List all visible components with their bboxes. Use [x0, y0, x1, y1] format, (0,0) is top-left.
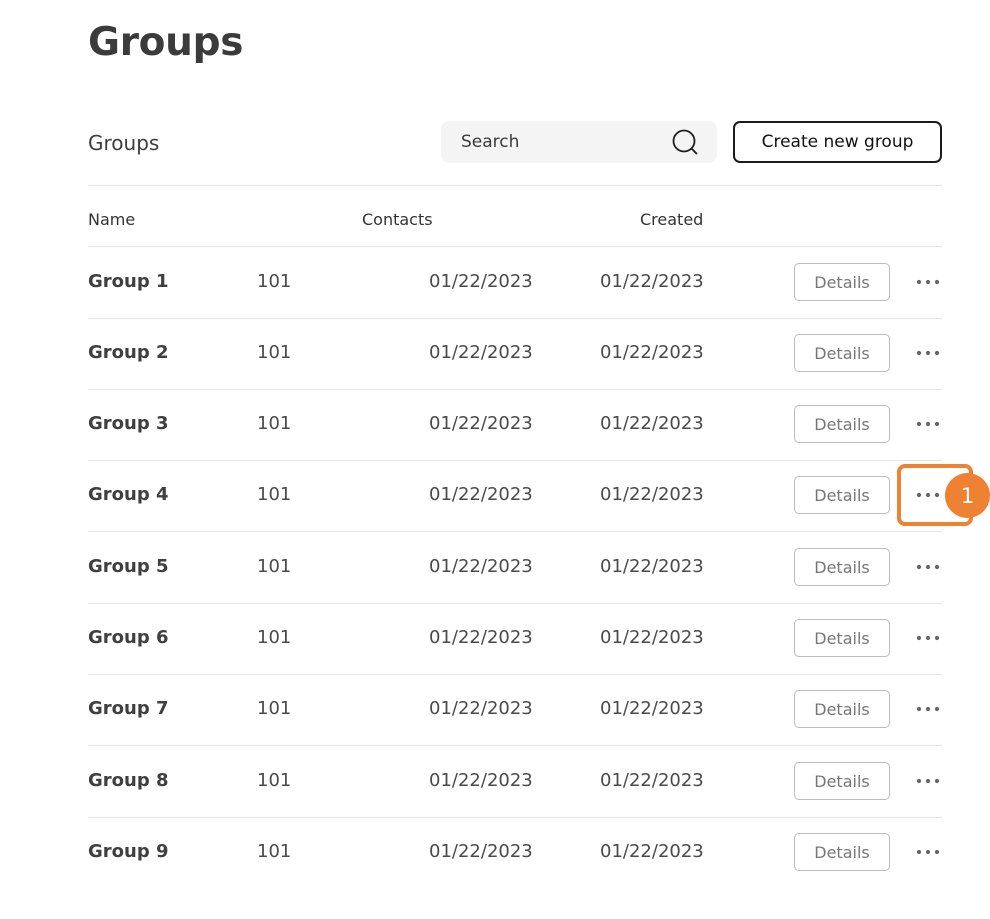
group-name: Group 3 [88, 413, 169, 434]
divider [88, 185, 942, 186]
more-options-button[interactable] [910, 837, 946, 867]
contacts-count: 101 [257, 841, 292, 862]
created-date: 01/22/2023 [600, 413, 704, 434]
group-name: Group 2 [88, 342, 169, 363]
date-cell: 01/22/2023 [429, 698, 533, 719]
date-cell: 01/22/2023 [429, 841, 533, 862]
more-horizontal-icon [916, 706, 940, 712]
group-name: Group 1 [88, 271, 169, 292]
more-horizontal-icon [916, 778, 940, 784]
group-name: Group 4 [88, 484, 169, 505]
more-options-button[interactable] [910, 623, 946, 653]
search-box [441, 121, 717, 163]
details-button[interactable]: Details [794, 476, 890, 514]
date-cell: 01/22/2023 [429, 413, 533, 434]
search-input[interactable] [459, 131, 671, 153]
annotation-marker: 1 [945, 473, 990, 518]
date-cell: 01/22/2023 [429, 342, 533, 363]
more-horizontal-icon [916, 564, 940, 570]
created-date: 01/22/2023 [600, 770, 704, 791]
date-cell: 01/22/2023 [429, 271, 533, 292]
group-name: Group 8 [88, 770, 169, 791]
table-row: Group 7 101 01/22/2023 01/22/2023 Detail… [88, 674, 942, 746]
column-header-contacts[interactable]: Contacts [362, 210, 433, 229]
create-new-group-button[interactable]: Create new group [733, 121, 942, 163]
group-name: Group 6 [88, 627, 169, 648]
table-row: Group 4 101 01/22/2023 01/22/2023 Detail… [88, 460, 942, 532]
more-options-button[interactable] [910, 338, 946, 368]
more-horizontal-icon [916, 279, 940, 285]
contacts-count: 101 [257, 698, 292, 719]
group-name: Group 9 [88, 841, 169, 862]
more-options-button[interactable] [910, 694, 946, 724]
details-button[interactable]: Details [794, 548, 890, 586]
created-date: 01/22/2023 [600, 484, 704, 505]
created-date: 01/22/2023 [600, 271, 704, 292]
created-date: 01/22/2023 [600, 698, 704, 719]
table-row: Group 3 101 01/22/2023 01/22/2023 Detail… [88, 389, 942, 461]
contacts-count: 101 [257, 484, 292, 505]
date-cell: 01/22/2023 [429, 770, 533, 791]
details-button[interactable]: Details [794, 762, 890, 800]
created-date: 01/22/2023 [600, 556, 704, 577]
details-button[interactable]: Details [794, 334, 890, 372]
more-options-button[interactable] [910, 267, 946, 297]
column-header-name[interactable]: Name [88, 210, 135, 229]
details-button[interactable]: Details [794, 833, 890, 871]
group-name: Group 7 [88, 698, 169, 719]
details-button[interactable]: Details [794, 405, 890, 443]
table-row: Group 8 101 01/22/2023 01/22/2023 Detail… [88, 746, 942, 818]
group-name: Group 5 [88, 556, 169, 577]
contacts-count: 101 [257, 556, 292, 577]
more-horizontal-icon [916, 421, 940, 427]
more-options-button[interactable] [910, 766, 946, 796]
date-cell: 01/22/2023 [429, 484, 533, 505]
more-options-button[interactable] [910, 552, 946, 582]
column-header-created[interactable]: Created [640, 210, 703, 229]
contacts-count: 101 [257, 271, 292, 292]
details-button[interactable]: Details [794, 619, 890, 657]
table-row: Group 6 101 01/22/2023 01/22/2023 Detail… [88, 603, 942, 675]
contacts-count: 101 [257, 770, 292, 791]
contacts-count: 101 [257, 413, 292, 434]
search-icon[interactable] [671, 128, 699, 156]
details-button[interactable]: Details [794, 263, 890, 301]
more-horizontal-icon [916, 350, 940, 356]
created-date: 01/22/2023 [600, 342, 704, 363]
more-options-button[interactable] [910, 409, 946, 439]
details-button[interactable]: Details [794, 690, 890, 728]
date-cell: 01/22/2023 [429, 556, 533, 577]
table-row: Group 1 101 01/22/2023 01/22/2023 Detail… [88, 247, 942, 319]
page-title: Groups [88, 20, 244, 65]
created-date: 01/22/2023 [600, 841, 704, 862]
section-title: Groups [88, 131, 160, 155]
created-date: 01/22/2023 [600, 627, 704, 648]
more-horizontal-icon [916, 635, 940, 641]
more-horizontal-icon [916, 849, 940, 855]
table-row: Group 2 101 01/22/2023 01/22/2023 Detail… [88, 318, 942, 390]
date-cell: 01/22/2023 [429, 627, 533, 648]
table-row: Group 5 101 01/22/2023 01/22/2023 Detail… [88, 532, 942, 604]
contacts-count: 101 [257, 342, 292, 363]
table-row: Group 9 101 01/22/2023 01/22/2023 Detail… [88, 817, 942, 889]
contacts-count: 101 [257, 627, 292, 648]
